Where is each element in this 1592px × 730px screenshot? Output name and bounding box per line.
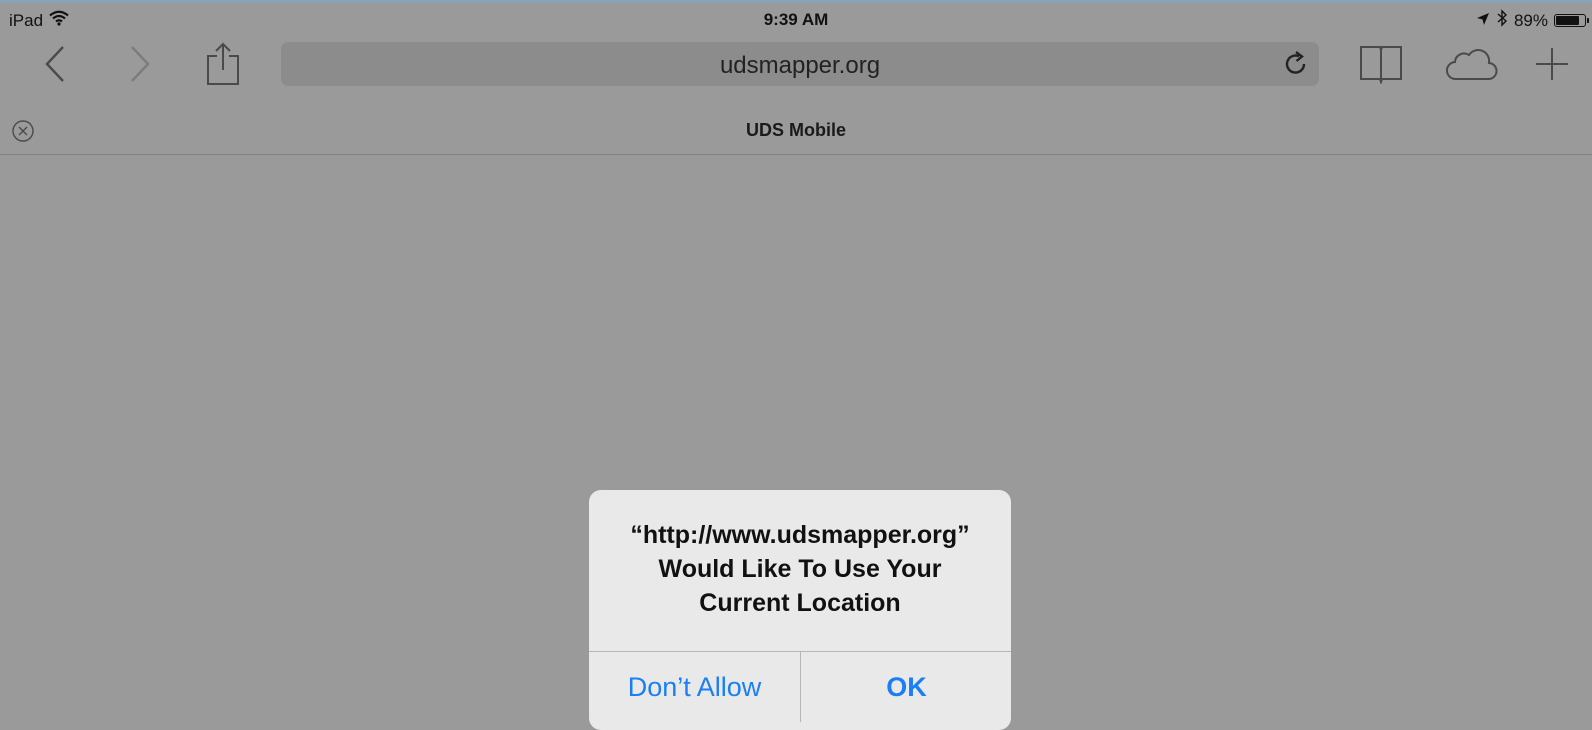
tab-bar: UDS Mobile (0, 110, 1592, 155)
location-arrow-icon (1476, 11, 1490, 31)
back-icon[interactable] (25, 35, 85, 93)
alert-button-row: Don’t Allow OK (589, 651, 1011, 730)
bookmarks-icon[interactable] (1351, 35, 1411, 93)
new-tab-icon[interactable] (1522, 35, 1582, 93)
browser-toolbar: udsmapper.org (0, 35, 1592, 93)
alert-message: “http://www.udsmapper.org” Would Like To… (603, 518, 997, 620)
status-bar: iPad 9:39 AM 89% (0, 3, 1592, 33)
ok-button[interactable]: OK (801, 652, 1011, 722)
alert-message-line: Current Location (699, 589, 901, 617)
bluetooth-icon (1496, 9, 1508, 32)
forward-icon[interactable] (110, 35, 170, 93)
address-bar[interactable]: udsmapper.org (281, 42, 1319, 86)
dont-allow-button[interactable]: Don’t Allow (589, 652, 801, 722)
share-icon[interactable] (193, 35, 253, 93)
status-right: 89% (1476, 9, 1589, 32)
battery-fill (1556, 16, 1579, 25)
battery-icon (1554, 14, 1589, 27)
alert-message-line: “http://www.udsmapper.org” (630, 521, 970, 549)
battery-percent: 89% (1513, 10, 1548, 30)
location-permission-alert: “http://www.udsmapper.org” Would Like To… (589, 490, 1011, 730)
battery-tip (1587, 18, 1589, 23)
icloud-tabs-icon[interactable] (1441, 35, 1501, 93)
url-text: udsmapper.org (719, 52, 881, 79)
tab-title: UDS Mobile (745, 120, 846, 140)
reload-icon[interactable] (1281, 49, 1311, 79)
alert-message-line: Would Like To Use Your (658, 555, 942, 583)
status-time: 9:39 AM (763, 10, 829, 29)
